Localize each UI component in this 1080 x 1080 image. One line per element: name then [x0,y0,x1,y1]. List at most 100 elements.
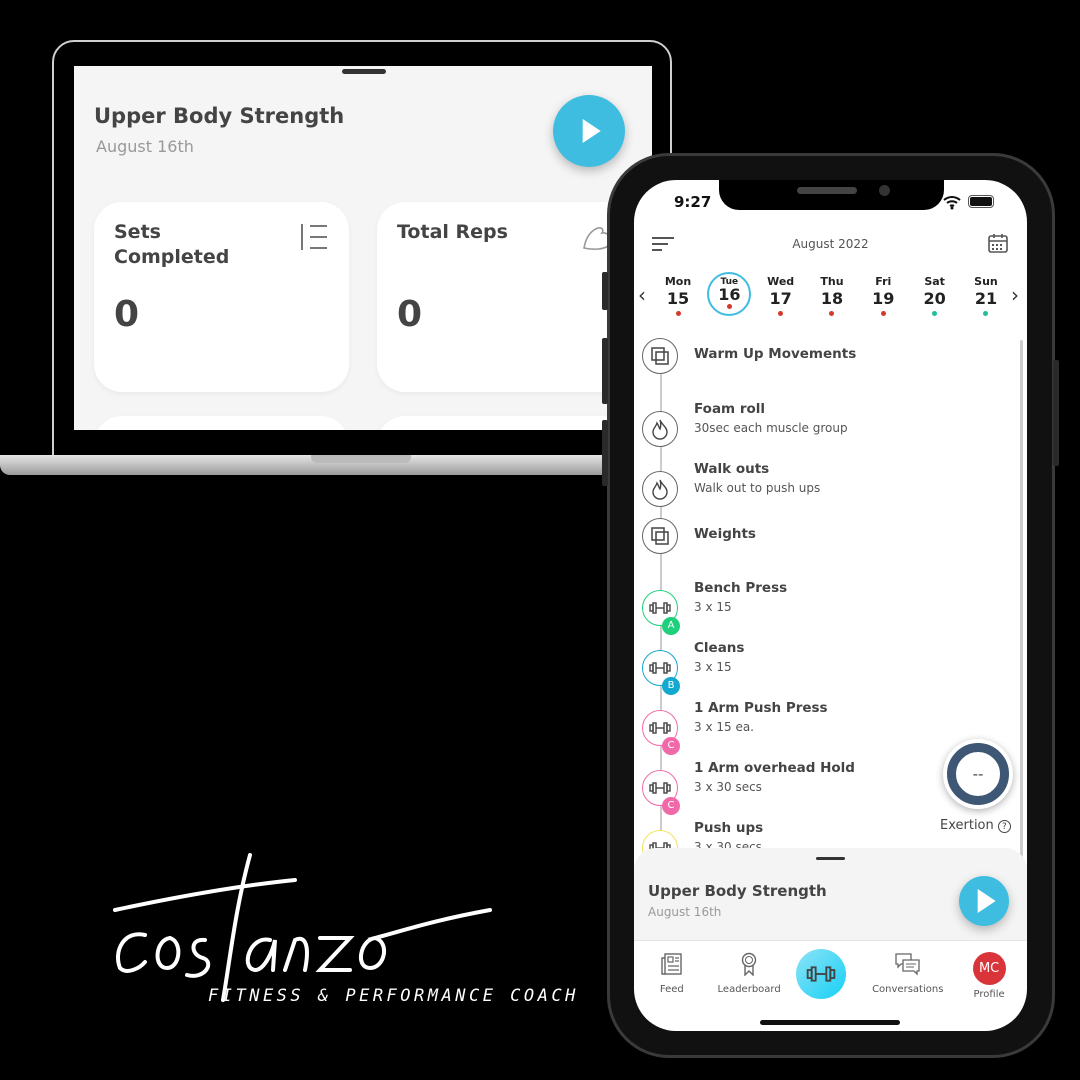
prev-week-button[interactable]: ‹ [638,283,646,307]
scrollbar[interactable] [1020,340,1023,860]
card-value: 0 [114,294,140,335]
sets-completed-card: Sets Completed 0 [94,202,349,392]
nav-workouts[interactable] [796,949,856,999]
workout-item[interactable]: Bench Press 3 x 15 [694,580,974,614]
workout-sheet[interactable]: Upper Body Strength August 16th [634,848,1027,941]
item-name: Push ups [694,820,764,836]
workout-item[interactable]: Cleans 3 x 15 [694,640,974,674]
day-sun[interactable]: Sun 21 [964,275,1008,316]
day-name: Thu [820,275,844,288]
workout-item[interactable]: Weights [694,526,974,542]
workout-item[interactable]: Walk outs Walk out to push ups [694,461,974,495]
day-tue[interactable]: Tue 16 [707,272,752,316]
day-sat[interactable]: Sat 20 [913,275,957,316]
day-name: Wed [767,275,795,288]
section-icon [642,338,678,374]
calendar-icon[interactable] [988,233,1008,253]
workout-item[interactable]: Warm Up Movements [694,346,974,362]
phone-screen: 9:27 August 2022 ‹ › Mon 15 Tue 16 Wed 1… [634,180,1027,1031]
superset-badge: C [662,737,680,755]
day-name: Fri [875,275,892,288]
superset-badge: C [662,797,680,815]
item-name: Warm Up Movements [694,346,857,362]
card-label: Total Reps [397,221,508,243]
total-reps-card: Total Reps 0 [377,202,632,392]
day-number: 19 [872,289,895,308]
nav-label: Profile [973,989,1005,1000]
laptop-notch [311,455,411,463]
item-desc: Walk out to push ups [694,481,821,495]
flame-icon [642,411,678,447]
day-status-dot [829,311,835,316]
nav-profile[interactable]: MC Profile [959,952,1019,1000]
laptop-screen: Upper Body Strength August 16th Sets Com… [74,66,652,430]
section-icon [642,518,678,554]
play-button[interactable] [553,95,625,167]
workout-title: Upper Body Strength [94,104,345,128]
exertion-text: Exertion [940,818,994,833]
day-status-dot [778,311,784,316]
card-value: 0 [397,294,423,335]
phone-button [1053,360,1059,466]
nav-leaderboard[interactable]: Leaderboard [718,952,781,995]
day-wed[interactable]: Wed 17 [759,275,803,316]
item-name: 1 Arm overhead Hold [694,760,855,776]
day-fri[interactable]: Fri 19 [861,275,905,316]
award-icon [718,952,781,977]
day-number: 18 [820,289,844,308]
day-name: Sat [924,275,945,288]
drag-handle[interactable] [342,69,386,74]
chat-icon [872,952,943,976]
item-name: Walk outs [694,461,770,477]
exertion-button[interactable]: -- [943,739,1013,809]
nav-conversations[interactable]: Conversations [872,952,943,995]
exertion-label: Exertion ? [940,818,1011,833]
item-desc: 3 x 15 [694,600,732,614]
stat-card [377,416,632,430]
day-status-dot [880,311,886,316]
superset-badge: B [662,677,680,695]
day-number: 21 [974,289,998,308]
sheet-handle[interactable] [816,857,845,860]
nav-label: Feed [659,984,684,995]
day-name: Mon [664,275,692,288]
workout-item[interactable]: 1 Arm overhead Hold 3 x 30 secs [694,760,974,794]
day-mon[interactable]: Mon 15 [656,275,700,316]
day-number: 20 [923,289,946,308]
brand-tagline: FITNESS & PERFORMANCE COACH [208,986,579,1006]
item-desc: 30sec each muscle group [694,421,848,435]
stat-card [94,416,349,430]
sheet-play-button[interactable] [959,876,1009,926]
nav-feed[interactable]: Feed [642,952,702,995]
day-status-dot [675,311,681,316]
laptop-frame: Upper Body Strength August 16th Sets Com… [52,40,672,458]
list-icon [301,224,327,250]
item-desc: 3 x 15 [694,660,732,674]
item-name: Weights [694,526,756,542]
item-name: 1 Arm Push Press [694,700,828,716]
item-desc: 3 x 30 secs [694,780,762,794]
exertion-value: -- [947,743,1009,805]
nav-label: Leaderboard [717,984,781,995]
status-time: 9:27 [674,193,712,211]
next-week-button[interactable]: › [1011,283,1019,307]
workout-date: August 16th [96,137,194,156]
day-status-dot [726,304,732,309]
sheet-date: August 16th [648,905,722,919]
day-name: Sun [974,275,998,288]
phone-button [602,420,608,486]
day-thu[interactable]: Thu 18 [810,275,854,316]
newspaper-icon [642,952,702,976]
bottom-nav: Feed Leaderboard Conversations MC Profile [634,949,1027,1000]
help-icon[interactable]: ? [997,820,1011,833]
workout-item[interactable]: Foam roll 30sec each muscle group [694,401,974,435]
week-strip: Mon 15 Tue 16 Wed 17 Thu 18 Fri 19 Sat 2… [656,272,1008,316]
sheet-title: Upper Body Strength [648,882,827,900]
avatar: MC [972,952,1006,985]
workout-item[interactable]: 1 Arm Push Press 3 x 15 ea. [694,700,974,734]
day-number: 15 [666,289,690,308]
phone-button [602,272,608,310]
day-status-dot [983,311,989,316]
phone-notch [719,180,944,210]
day-status-dot [932,311,938,316]
